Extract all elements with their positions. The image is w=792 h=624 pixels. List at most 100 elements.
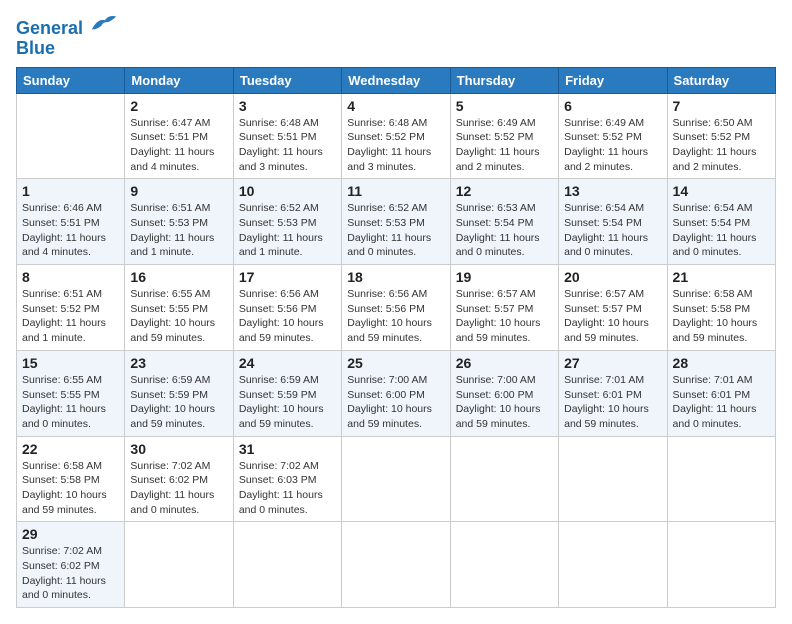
calendar-cell: 9 Sunrise: 6:51 AM Sunset: 5:53 PM Dayli… [125, 179, 233, 265]
day-info: Sunrise: 6:59 AM Sunset: 5:59 PM Dayligh… [239, 373, 336, 432]
calendar-cell: 7 Sunrise: 6:50 AM Sunset: 5:52 PM Dayli… [667, 93, 775, 179]
calendar-week-row: 15 Sunrise: 6:55 AM Sunset: 5:55 PM Dayl… [17, 350, 776, 436]
day-info: Sunrise: 6:49 AM Sunset: 5:52 PM Dayligh… [564, 116, 661, 175]
day-info: Sunrise: 6:53 AM Sunset: 5:54 PM Dayligh… [456, 201, 553, 260]
calendar-week-row: 2 Sunrise: 6:47 AM Sunset: 5:51 PM Dayli… [17, 93, 776, 179]
calendar-cell: 13 Sunrise: 6:54 AM Sunset: 5:54 PM Dayl… [559, 179, 667, 265]
day-number: 25 [347, 355, 444, 371]
day-info: Sunrise: 6:52 AM Sunset: 5:53 PM Dayligh… [347, 201, 444, 260]
day-number: 20 [564, 269, 661, 285]
calendar-cell: 16 Sunrise: 6:55 AM Sunset: 5:55 PM Dayl… [125, 265, 233, 351]
calendar-cell [559, 522, 667, 608]
calendar-week-row: 22 Sunrise: 6:58 AM Sunset: 5:58 PM Dayl… [17, 436, 776, 522]
day-number: 3 [239, 98, 336, 114]
logo: General Blue [16, 16, 118, 59]
day-number: 14 [673, 183, 770, 199]
logo-text: General Blue [16, 16, 118, 59]
day-info: Sunrise: 6:59 AM Sunset: 5:59 PM Dayligh… [130, 373, 227, 432]
calendar-cell: 21 Sunrise: 6:58 AM Sunset: 5:58 PM Dayl… [667, 265, 775, 351]
calendar-cell [342, 522, 450, 608]
calendar-cell [450, 436, 558, 522]
day-number: 10 [239, 183, 336, 199]
calendar-table: SundayMondayTuesdayWednesdayThursdayFrid… [16, 67, 776, 609]
calendar-cell: 17 Sunrise: 6:56 AM Sunset: 5:56 PM Dayl… [233, 265, 341, 351]
day-number: 6 [564, 98, 661, 114]
calendar-cell: 26 Sunrise: 7:00 AM Sunset: 6:00 PM Dayl… [450, 350, 558, 436]
day-number: 8 [22, 269, 119, 285]
calendar-cell [667, 436, 775, 522]
day-info: Sunrise: 6:52 AM Sunset: 5:53 PM Dayligh… [239, 201, 336, 260]
day-number: 13 [564, 183, 661, 199]
calendar-cell: 15 Sunrise: 6:55 AM Sunset: 5:55 PM Dayl… [17, 350, 125, 436]
calendar-cell: 28 Sunrise: 7:01 AM Sunset: 6:01 PM Dayl… [667, 350, 775, 436]
day-number: 12 [456, 183, 553, 199]
day-number: 28 [673, 355, 770, 371]
day-number: 9 [130, 183, 227, 199]
day-header-friday: Friday [559, 67, 667, 93]
calendar-cell: 22 Sunrise: 6:58 AM Sunset: 5:58 PM Dayl… [17, 436, 125, 522]
calendar-cell: 8 Sunrise: 6:51 AM Sunset: 5:52 PM Dayli… [17, 265, 125, 351]
day-info: Sunrise: 7:02 AM Sunset: 6:02 PM Dayligh… [130, 459, 227, 518]
day-info: Sunrise: 6:58 AM Sunset: 5:58 PM Dayligh… [673, 287, 770, 346]
calendar-cell: 18 Sunrise: 6:56 AM Sunset: 5:56 PM Dayl… [342, 265, 450, 351]
calendar-week-row: 29 Sunrise: 7:02 AM Sunset: 6:02 PM Dayl… [17, 522, 776, 608]
day-number: 2 [130, 98, 227, 114]
day-header-saturday: Saturday [667, 67, 775, 93]
day-info: Sunrise: 7:01 AM Sunset: 6:01 PM Dayligh… [673, 373, 770, 432]
day-number: 26 [456, 355, 553, 371]
day-number: 21 [673, 269, 770, 285]
day-number: 4 [347, 98, 444, 114]
day-number: 18 [347, 269, 444, 285]
calendar-cell [559, 436, 667, 522]
day-info: Sunrise: 6:54 AM Sunset: 5:54 PM Dayligh… [564, 201, 661, 260]
calendar-cell: 4 Sunrise: 6:48 AM Sunset: 5:52 PM Dayli… [342, 93, 450, 179]
calendar-cell: 27 Sunrise: 7:01 AM Sunset: 6:01 PM Dayl… [559, 350, 667, 436]
page-header: General Blue [16, 16, 776, 59]
day-number: 22 [22, 441, 119, 457]
day-info: Sunrise: 7:02 AM Sunset: 6:03 PM Dayligh… [239, 459, 336, 518]
day-header-monday: Monday [125, 67, 233, 93]
day-info: Sunrise: 7:00 AM Sunset: 6:00 PM Dayligh… [456, 373, 553, 432]
day-info: Sunrise: 6:57 AM Sunset: 5:57 PM Dayligh… [456, 287, 553, 346]
calendar-cell: 31 Sunrise: 7:02 AM Sunset: 6:03 PM Dayl… [233, 436, 341, 522]
day-info: Sunrise: 6:56 AM Sunset: 5:56 PM Dayligh… [347, 287, 444, 346]
calendar-cell: 30 Sunrise: 7:02 AM Sunset: 6:02 PM Dayl… [125, 436, 233, 522]
day-info: Sunrise: 6:49 AM Sunset: 5:52 PM Dayligh… [456, 116, 553, 175]
calendar-cell [450, 522, 558, 608]
day-info: Sunrise: 7:00 AM Sunset: 6:00 PM Dayligh… [347, 373, 444, 432]
day-number: 23 [130, 355, 227, 371]
day-number: 16 [130, 269, 227, 285]
calendar-week-row: 1 Sunrise: 6:46 AM Sunset: 5:51 PM Dayli… [17, 179, 776, 265]
calendar-cell: 23 Sunrise: 6:59 AM Sunset: 5:59 PM Dayl… [125, 350, 233, 436]
calendar-cell: 24 Sunrise: 6:59 AM Sunset: 5:59 PM Dayl… [233, 350, 341, 436]
calendar-cell [125, 522, 233, 608]
day-info: Sunrise: 6:47 AM Sunset: 5:51 PM Dayligh… [130, 116, 227, 175]
day-info: Sunrise: 7:02 AM Sunset: 6:02 PM Dayligh… [22, 544, 119, 603]
calendar-cell [342, 436, 450, 522]
calendar-cell [667, 522, 775, 608]
calendar-cell: 5 Sunrise: 6:49 AM Sunset: 5:52 PM Dayli… [450, 93, 558, 179]
day-info: Sunrise: 7:01 AM Sunset: 6:01 PM Dayligh… [564, 373, 661, 432]
calendar-cell: 1 Sunrise: 6:46 AM Sunset: 5:51 PM Dayli… [17, 179, 125, 265]
calendar-cell: 6 Sunrise: 6:49 AM Sunset: 5:52 PM Dayli… [559, 93, 667, 179]
day-number: 5 [456, 98, 553, 114]
day-number: 19 [456, 269, 553, 285]
day-info: Sunrise: 6:55 AM Sunset: 5:55 PM Dayligh… [130, 287, 227, 346]
day-number: 11 [347, 183, 444, 199]
calendar-cell [233, 522, 341, 608]
day-number: 31 [239, 441, 336, 457]
day-info: Sunrise: 6:50 AM Sunset: 5:52 PM Dayligh… [673, 116, 770, 175]
day-number: 29 [22, 526, 119, 542]
calendar-cell: 20 Sunrise: 6:57 AM Sunset: 5:57 PM Dayl… [559, 265, 667, 351]
day-number: 7 [673, 98, 770, 114]
day-info: Sunrise: 6:51 AM Sunset: 5:52 PM Dayligh… [22, 287, 119, 346]
calendar-cell: 2 Sunrise: 6:47 AM Sunset: 5:51 PM Dayli… [125, 93, 233, 179]
day-number: 15 [22, 355, 119, 371]
calendar-cell: 25 Sunrise: 7:00 AM Sunset: 6:00 PM Dayl… [342, 350, 450, 436]
day-number: 30 [130, 441, 227, 457]
calendar-cell: 19 Sunrise: 6:57 AM Sunset: 5:57 PM Dayl… [450, 265, 558, 351]
day-number: 1 [22, 183, 119, 199]
calendar-cell [17, 93, 125, 179]
day-info: Sunrise: 6:56 AM Sunset: 5:56 PM Dayligh… [239, 287, 336, 346]
day-header-tuesday: Tuesday [233, 67, 341, 93]
